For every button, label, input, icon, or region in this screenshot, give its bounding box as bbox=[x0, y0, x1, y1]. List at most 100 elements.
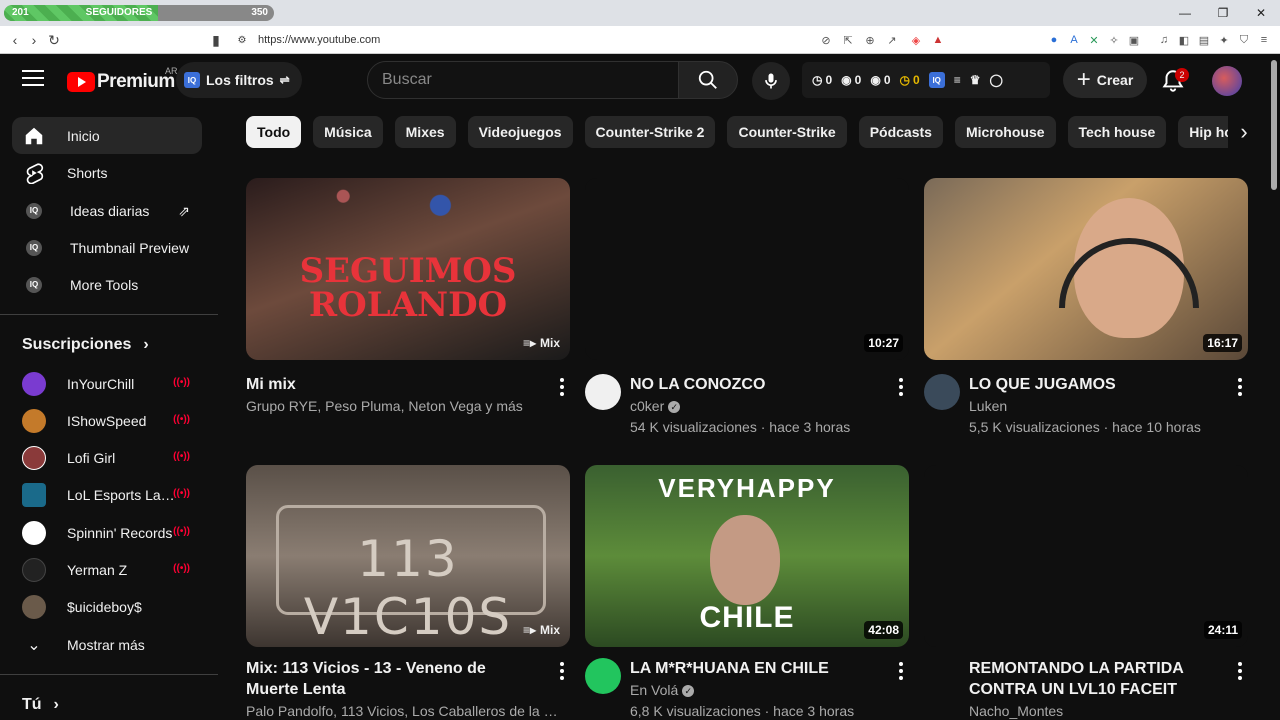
scrollbar-thumb[interactable] bbox=[1271, 60, 1277, 190]
user-avatar[interactable] bbox=[1212, 66, 1242, 96]
sidebar-item-more-tools[interactable]: IQ More Tools bbox=[12, 266, 202, 303]
video-title[interactable]: Mi mix bbox=[246, 374, 536, 395]
video-title[interactable]: LA M*R*HUANA EN CHILE bbox=[630, 658, 890, 679]
url-text[interactable]: https://www.youtube.com bbox=[258, 34, 380, 46]
site-info-icon[interactable]: ⚙ bbox=[232, 30, 252, 50]
sliders-icon: ⇌ bbox=[279, 73, 290, 87]
sidebar-icon[interactable]: ◧ bbox=[1176, 32, 1192, 48]
channel-avatar[interactable] bbox=[585, 658, 621, 694]
translate-icon[interactable]: A bbox=[1066, 32, 1082, 48]
chip-musica[interactable]: Música bbox=[313, 116, 383, 148]
more-options-icon[interactable] bbox=[560, 378, 564, 399]
video-title[interactable]: REMONTANDO LA PARTIDA CONTRA UN LVL10 FA… bbox=[969, 658, 1229, 700]
more-options-icon[interactable] bbox=[1238, 378, 1242, 399]
channel-name[interactable]: En Volá ✓ bbox=[630, 680, 890, 700]
video-thumbnail[interactable]: SEGUIMOS ROLANDO ≡▸ Mix bbox=[246, 178, 570, 360]
extensions-icon[interactable]: ✧ bbox=[1106, 32, 1122, 48]
iq-icon[interactable]: IQ bbox=[928, 72, 945, 88]
playlist-icon: ≡▸ bbox=[522, 623, 536, 637]
video-card[interactable]: 24:11 REMONTANDO LA PARTIDA CONTRA UN LV… bbox=[924, 465, 1248, 720]
sidebar-item-subscription[interactable]: IShowSpeed ((•)) bbox=[12, 402, 202, 439]
wallet-icon[interactable]: ▤ bbox=[1196, 32, 1212, 48]
chip-todo[interactable]: Todo bbox=[246, 116, 302, 148]
media-icon[interactable]: ♫ bbox=[1156, 32, 1172, 48]
open-external-icon[interactable]: ⇱ bbox=[840, 32, 856, 48]
camera-off-icon[interactable]: ⊘ bbox=[818, 32, 834, 48]
channel-avatar[interactable] bbox=[585, 374, 621, 410]
video-title[interactable]: NO LA CONOZCO bbox=[630, 374, 890, 395]
sidebar-item-subscription[interactable]: LoL Esports Lati… ((•)) bbox=[12, 476, 202, 513]
comment-icon[interactable]: ◯ bbox=[989, 73, 1002, 87]
sidebar-item-subscription[interactable]: $uicideboy$ bbox=[12, 588, 202, 625]
sidebar-item-subscription[interactable]: InYourChill ((•)) bbox=[12, 365, 202, 402]
chip-videojuegos[interactable]: Videojuegos bbox=[467, 116, 573, 148]
video-card[interactable]: SEGUIMOS ROLANDO ≡▸ Mix Mi mix Grupo RYE,… bbox=[246, 178, 570, 438]
extension-blue-icon[interactable]: ● bbox=[1046, 32, 1062, 48]
vpn-icon[interactable]: ⛉ bbox=[1236, 32, 1252, 48]
tab-icon[interactable]: ▣ bbox=[1126, 32, 1142, 48]
video-thumbnail[interactable]: 24:11 bbox=[924, 465, 1248, 647]
voice-search-button[interactable] bbox=[752, 62, 790, 100]
back-icon[interactable]: ‹ bbox=[5, 30, 25, 50]
followers-progress-bar: 201 SEGUIDORES 350 bbox=[4, 5, 274, 21]
chips-next-button[interactable]: › bbox=[1228, 116, 1260, 148]
more-options-icon[interactable] bbox=[899, 662, 903, 683]
video-thumbnail[interactable]: VERYHAPPY CHILE 42:08 bbox=[585, 465, 909, 647]
trophy-icon[interactable]: ♛ bbox=[970, 73, 981, 87]
restore-icon[interactable]: ❐ bbox=[1204, 0, 1242, 26]
you-heading[interactable]: Tú › bbox=[22, 696, 59, 714]
page-scrollbar[interactable] bbox=[1268, 54, 1280, 720]
video-title[interactable]: LO QUE JUGAMOS bbox=[969, 374, 1229, 395]
hamburger-menu-icon[interactable] bbox=[22, 70, 44, 88]
sidebar-item-thumbnail-preview[interactable]: IQ Thumbnail Preview bbox=[12, 229, 202, 266]
chip-podcasts[interactable]: Pódcasts bbox=[858, 116, 943, 148]
sidebar-item-shorts[interactable]: Shorts bbox=[12, 154, 202, 191]
chip-counter-strike[interactable]: Counter-Strike bbox=[727, 116, 847, 148]
video-card[interactable]: VERYHAPPY CHILE 42:08 LA M*R*HUANA EN CH… bbox=[585, 465, 909, 720]
sidebar-item-subscription[interactable]: Yerman Z ((•)) bbox=[12, 551, 202, 588]
video-thumbnail[interactable]: 16:17 bbox=[924, 178, 1248, 360]
channel-avatar[interactable] bbox=[924, 374, 960, 410]
search-button[interactable] bbox=[678, 61, 738, 99]
channel-name[interactable]: c0ker ✓ bbox=[630, 396, 890, 416]
chip-microhouse[interactable]: Microhouse bbox=[954, 116, 1056, 148]
filters-button[interactable]: IQ Los filtros ⇌ bbox=[176, 62, 302, 98]
extension-x-icon[interactable]: ✕ bbox=[1086, 32, 1102, 48]
channel-name[interactable]: Nacho_Montes bbox=[969, 701, 1229, 720]
sidebar-item-ideas-diarias[interactable]: IQ Ideas diarias ⇗ bbox=[12, 192, 202, 229]
minimize-icon[interactable]: — bbox=[1166, 0, 1204, 26]
chip-counter-strike-2[interactable]: Counter-Strike 2 bbox=[584, 116, 716, 148]
sidebar-item-inicio[interactable]: Inicio bbox=[12, 117, 202, 154]
menu-icon[interactable]: ≡ bbox=[1256, 32, 1272, 48]
chip-mixes[interactable]: Mixes bbox=[394, 116, 456, 148]
create-button[interactable]: + Crear bbox=[1063, 62, 1147, 98]
rewards-icon[interactable]: ▲ bbox=[930, 32, 946, 48]
youtube-premium-logo[interactable]: Premium AR bbox=[67, 66, 178, 93]
video-title[interactable]: Mix: 113 Vicios - 13 - Veneno de Muerte … bbox=[246, 658, 536, 700]
zoom-icon[interactable]: ⊕ bbox=[862, 32, 878, 48]
forward-icon[interactable]: › bbox=[24, 30, 44, 50]
share-icon[interactable]: ↗ bbox=[884, 32, 900, 48]
subscriptions-heading[interactable]: Suscripciones › bbox=[22, 336, 149, 354]
close-icon[interactable]: ✕ bbox=[1242, 0, 1280, 26]
sidebar-item-subscription[interactable]: Lofi Girl ((•)) bbox=[12, 439, 202, 476]
video-card[interactable]: 113 V1C10S ≡▸ Mix Mix: 113 Vicios - 13 - … bbox=[246, 465, 570, 720]
video-card[interactable]: 16:17 LO QUE JUGAMOS Luken 5,5 K visuali… bbox=[924, 178, 1248, 438]
list-icon[interactable]: ≡ bbox=[954, 73, 961, 87]
video-duration: 24:11 bbox=[1203, 621, 1242, 639]
video-thumbnail[interactable]: 10:27 bbox=[585, 178, 909, 360]
leo-icon[interactable]: ✦ bbox=[1216, 32, 1232, 48]
video-thumbnail[interactable]: 113 V1C10S ≡▸ Mix bbox=[246, 465, 570, 647]
bookmark-icon[interactable]: ▮ bbox=[206, 30, 226, 50]
show-more-button[interactable]: ⌄ Mostrar más bbox=[12, 626, 202, 663]
search-input[interactable] bbox=[368, 62, 678, 98]
video-card[interactable]: 10:27 NO LA CONOZCO c0ker ✓ 54 K visualiz… bbox=[585, 178, 909, 438]
brave-shield-icon[interactable]: ◈ bbox=[908, 32, 924, 48]
more-options-icon[interactable] bbox=[899, 378, 903, 399]
more-options-icon[interactable] bbox=[1238, 662, 1242, 683]
chip-tech-house[interactable]: Tech house bbox=[1067, 116, 1167, 148]
more-options-icon[interactable] bbox=[560, 662, 564, 683]
channel-name[interactable]: Luken bbox=[969, 396, 1229, 416]
reload-icon[interactable]: ↻ bbox=[44, 30, 64, 50]
sidebar-item-subscription[interactable]: Spinnin' Records ((•)) bbox=[12, 514, 202, 551]
